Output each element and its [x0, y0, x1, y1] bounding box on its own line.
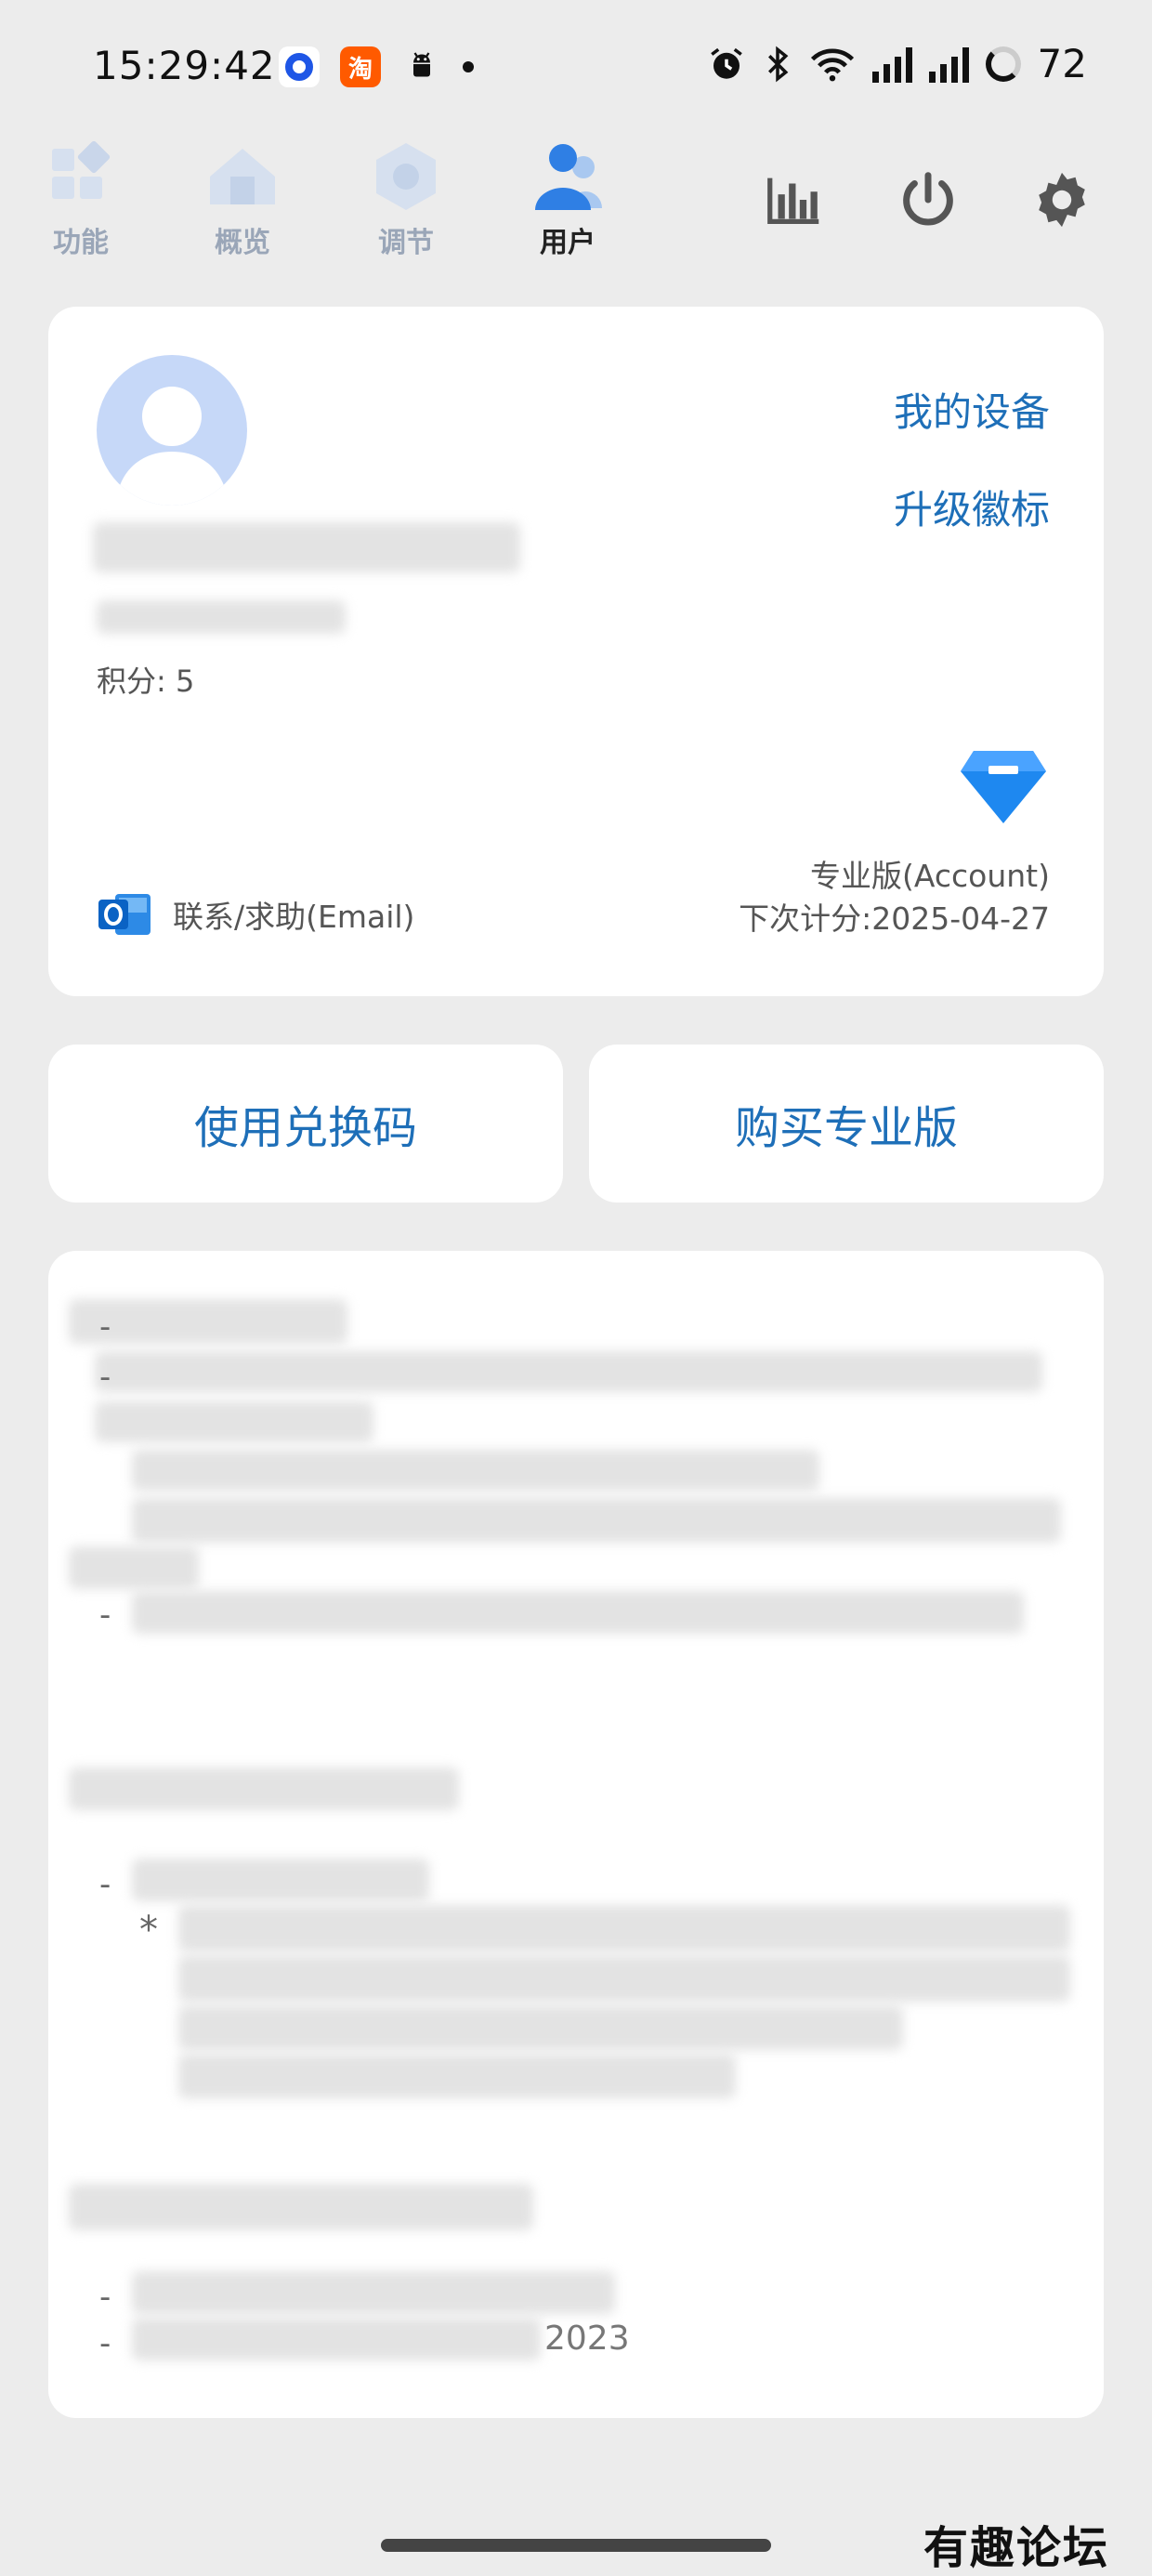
status-bar: 15:29:42 淘 72 [0, 0, 1152, 139]
next-count-date: 下次计分:2025-04-27 [739, 900, 1050, 937]
points: 积分: 5 [97, 658, 194, 701]
tab-label: 概览 [215, 227, 270, 259]
email-redacted [93, 522, 520, 572]
tab-label: 调节 [378, 227, 434, 259]
redeem-code-button[interactable]: 使用兑换码 [48, 1045, 563, 1203]
signal-icon [871, 46, 912, 83]
android-icon [401, 46, 442, 87]
bullet-dash: - [99, 1866, 111, 1903]
tab-label: 用户 [540, 227, 596, 259]
bullet-dash: - [99, 1597, 111, 1634]
hexagon-icon [366, 139, 446, 214]
bluetooth-icon [767, 46, 788, 82]
redacted-text [178, 2005, 903, 2050]
redacted-text [178, 2054, 736, 2098]
app-circle-icon [279, 46, 320, 87]
power-icon[interactable] [896, 167, 961, 232]
tab-label: 功能 [53, 227, 109, 259]
battery-icon [985, 46, 1021, 82]
redacted-text [132, 1450, 819, 1491]
notes-card: - - - - * - - 2023 [48, 1251, 1104, 2418]
bullet-dash: - [99, 1359, 111, 1396]
redacted-text [178, 1905, 1070, 1952]
points-value: 5 [175, 664, 195, 699]
redacted-text [178, 1955, 1070, 2002]
clock: 15:29:42 [93, 43, 276, 88]
avatar[interactable] [97, 355, 247, 506]
tab-overview[interactable]: 概览 [182, 139, 303, 260]
grid-icon [41, 139, 121, 214]
taobao-icon: 淘 [340, 46, 381, 87]
chart-icon[interactable] [762, 167, 827, 232]
redacted-text [132, 2318, 541, 2360]
battery-level: 72 [1037, 41, 1087, 86]
signal-icon [928, 46, 969, 83]
bullet-dash: - [99, 2279, 111, 2316]
upgrade-badge-link[interactable]: 升级徽标 [894, 479, 1050, 535]
outlook-icon [97, 888, 152, 940]
user-icon [528, 139, 608, 214]
redacted-text [132, 1498, 1061, 1543]
tab-user[interactable]: 用户 [507, 139, 628, 260]
redacted-text [95, 1351, 1042, 1392]
wifi-icon [810, 48, 854, 81]
gear-icon[interactable] [1029, 167, 1094, 232]
redacted-text [69, 1546, 199, 1589]
watermark: 有趣论坛 [923, 2522, 1110, 2574]
my-devices-link[interactable]: 我的设备 [894, 381, 1050, 438]
contact-label: 联系/求助(Email) [173, 899, 415, 935]
bullet-dash: - [99, 1308, 111, 1346]
profile-links: 我的设备 升级徽标 [894, 381, 1050, 576]
home-indicator[interactable] [381, 2539, 771, 2552]
tab-bar: 功能 概览 调节 用户 [0, 139, 1152, 269]
year-text: 2023 [544, 2320, 630, 2358]
points-label: 积分: [97, 664, 166, 699]
bullet-star: * [139, 1909, 158, 1952]
more-notifications-dot [463, 61, 474, 72]
tab-adjust[interactable]: 调节 [346, 139, 466, 260]
diamond-badge-icon [957, 743, 1050, 827]
system-icons: 72 [707, 41, 1087, 86]
alarm-icon [710, 47, 742, 79]
bullet-dash: - [99, 2325, 111, 2362]
redacted-text [132, 2271, 615, 2314]
tab-features[interactable]: 功能 [20, 139, 141, 260]
contact-email-link[interactable]: 联系/求助(Email) [97, 888, 414, 940]
notification-icons: 淘 [279, 46, 474, 87]
id-redacted [97, 600, 346, 634]
home-icon [203, 139, 282, 214]
buy-pro-button[interactable]: 购买专业版 [589, 1045, 1104, 1203]
redacted-text [132, 1859, 429, 1901]
plan-info: 专业版(Account) 下次计分:2025-04-27 [739, 855, 1050, 940]
redacted-text [69, 2184, 533, 2230]
redacted-text [132, 1591, 1024, 1634]
redacted-text [95, 1401, 373, 1442]
plan-name: 专业版(Account) [810, 858, 1050, 894]
profile-card: 积分: 5 我的设备 升级徽标 专业版(Account) 下次计分:2025-0… [48, 307, 1104, 996]
redacted-text [69, 1768, 459, 1810]
